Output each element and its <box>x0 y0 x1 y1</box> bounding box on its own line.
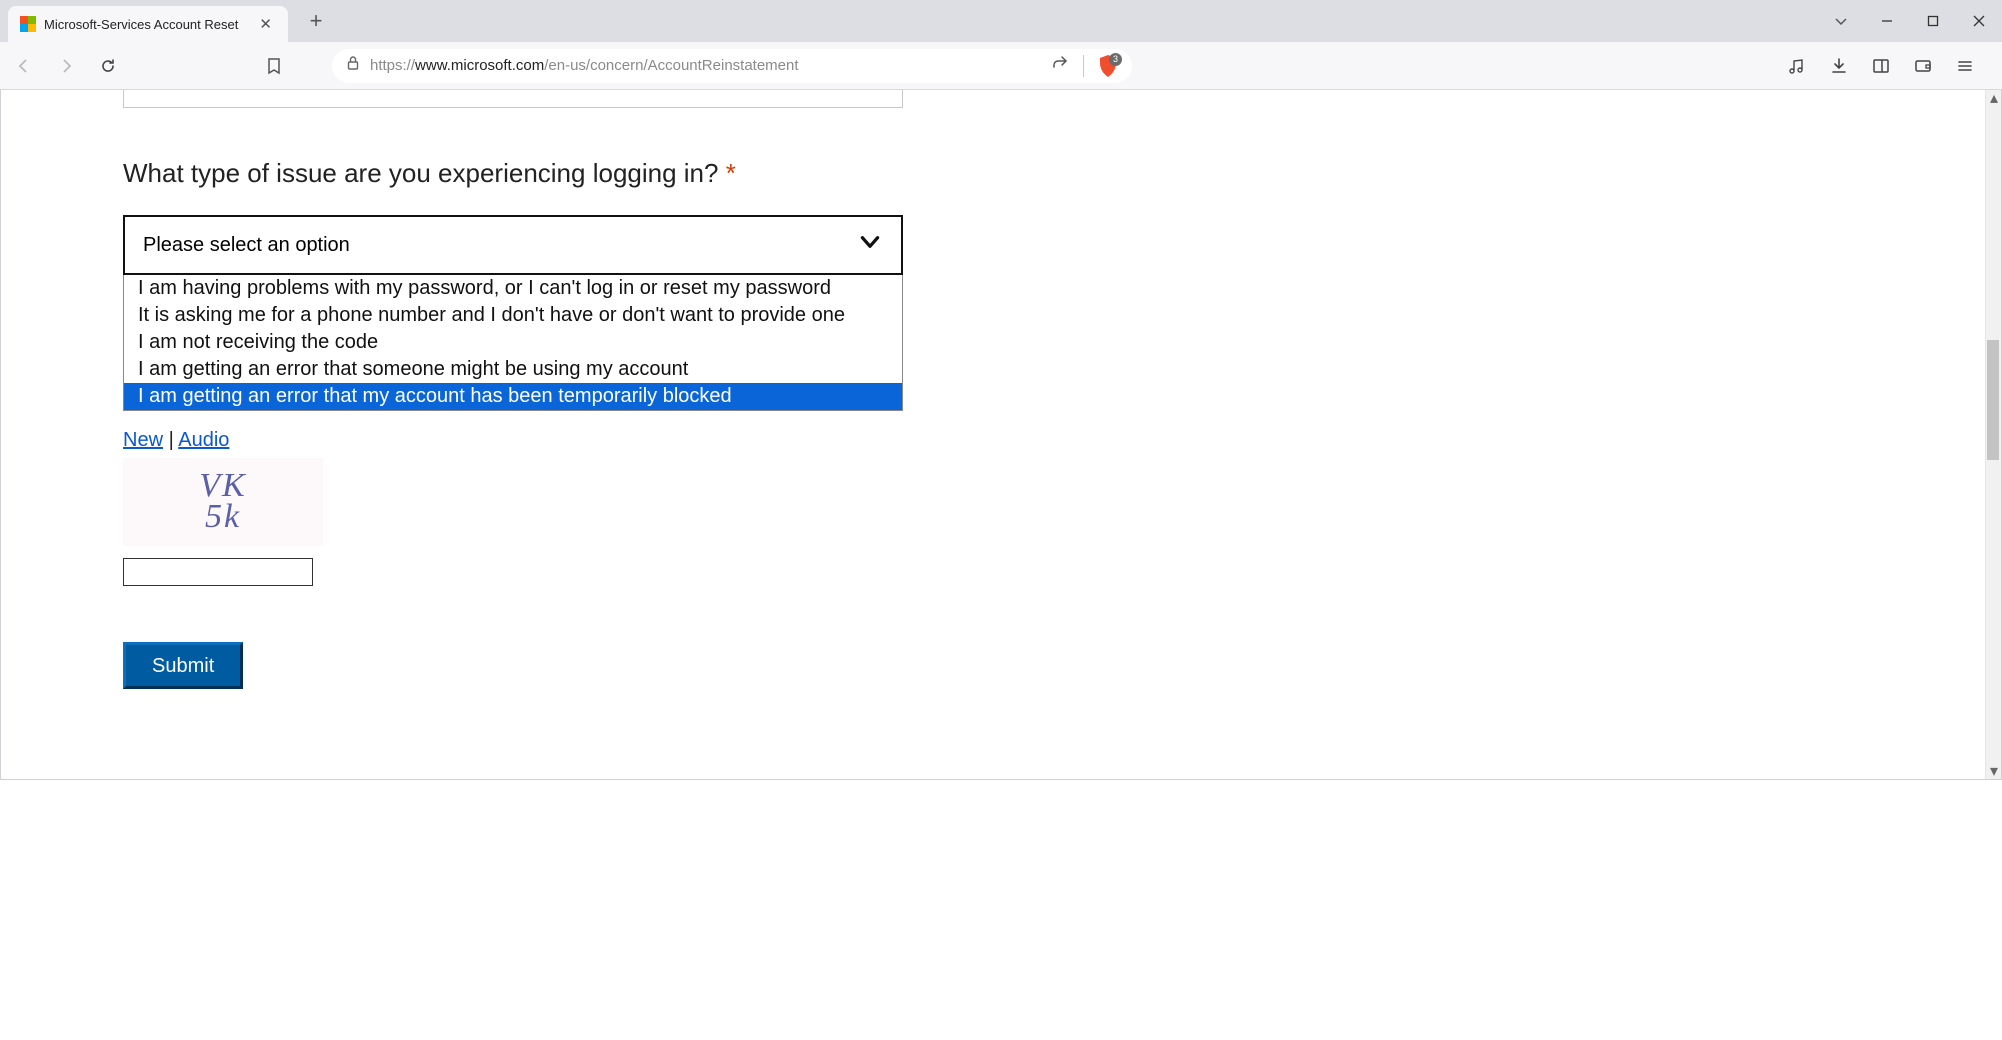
browser-chrome: Microsoft-Services Account Reset ✕ + <box>0 0 2002 90</box>
window-close-button[interactable] <box>1956 0 2002 42</box>
select-box[interactable]: Please select an option <box>123 215 903 275</box>
captcha-input[interactable] <box>123 558 313 586</box>
select-option[interactable]: It is asking me for a phone number and I… <box>124 302 902 329</box>
wallet-icon[interactable] <box>1912 55 1934 77</box>
divider <box>1083 55 1084 77</box>
toolbar-right-icons <box>1786 55 1992 77</box>
issue-type-select[interactable]: Please select an option I am having prob… <box>123 215 903 411</box>
select-option[interactable]: I am getting an error that someone might… <box>124 356 902 383</box>
tab-close-button[interactable]: ✕ <box>255 15 276 33</box>
tab-bar: Microsoft-Services Account Reset ✕ + <box>0 0 2002 42</box>
scrollbar[interactable]: ▴ ▾ <box>1985 90 2001 779</box>
page-content: What type of issue are you experiencing … <box>1 90 2001 709</box>
select-option[interactable]: I am having problems with my password, o… <box>124 275 902 302</box>
page-viewport: What type of issue are you experiencing … <box>0 90 2002 780</box>
chevron-down-icon <box>857 229 883 261</box>
captcha-links: New | Audio <box>123 429 1861 452</box>
separator: | <box>163 429 178 451</box>
tab-title: Microsoft-Services Account Reset <box>44 17 247 32</box>
scrollbar-up-arrow[interactable]: ▴ <box>1986 90 2002 106</box>
select-placeholder: Please select an option <box>143 234 350 257</box>
captcha-new-link[interactable]: New <box>123 429 163 451</box>
shield-count-badge: 3 <box>1109 53 1122 66</box>
menu-icon[interactable] <box>1954 55 1976 77</box>
scrollbar-down-arrow[interactable]: ▾ <box>1986 763 2002 779</box>
select-option-highlighted[interactable]: I am getting an error that my account ha… <box>124 383 902 410</box>
share-icon[interactable] <box>1051 54 1069 77</box>
select-option[interactable]: I am not receiving the code <box>124 329 902 356</box>
nav-forward-button[interactable] <box>52 52 80 80</box>
window-maximize-button[interactable] <box>1910 0 1956 42</box>
microsoft-favicon <box>20 16 36 32</box>
nav-reload-button[interactable] <box>94 52 122 80</box>
select-dropdown: I am having problems with my password, o… <box>123 275 903 411</box>
address-bar[interactable]: https://www.microsoft.com/en-us/concern/… <box>332 49 1132 83</box>
address-url: https://www.microsoft.com/en-us/concern/… <box>370 57 799 74</box>
window-controls <box>1818 0 2002 42</box>
sidebar-icon[interactable] <box>1870 55 1892 77</box>
media-icon[interactable] <box>1786 55 1808 77</box>
new-tab-button[interactable]: + <box>302 7 330 35</box>
captcha-audio-link[interactable]: Audio <box>178 429 229 451</box>
browser-tab[interactable]: Microsoft-Services Account Reset ✕ <box>8 6 288 42</box>
required-marker: * <box>726 158 736 188</box>
nav-back-button[interactable] <box>10 52 38 80</box>
lock-icon <box>346 55 360 76</box>
captcha-image: VK 5k <box>123 458 323 546</box>
browser-toolbar: https://www.microsoft.com/en-us/concern/… <box>0 42 2002 90</box>
tab-overflow-button[interactable] <box>1818 0 1864 42</box>
scrollbar-thumb[interactable] <box>1987 340 1999 460</box>
window-minimize-button[interactable] <box>1864 0 1910 42</box>
issue-type-label: What type of issue are you experiencing … <box>123 158 1861 189</box>
submit-button[interactable]: Submit <box>123 642 243 689</box>
partial-input-above[interactable] <box>123 90 903 108</box>
bookmark-icon[interactable] <box>260 52 288 80</box>
brave-shield-icon[interactable]: 3 <box>1098 55 1118 77</box>
downloads-icon[interactable] <box>1828 55 1850 77</box>
